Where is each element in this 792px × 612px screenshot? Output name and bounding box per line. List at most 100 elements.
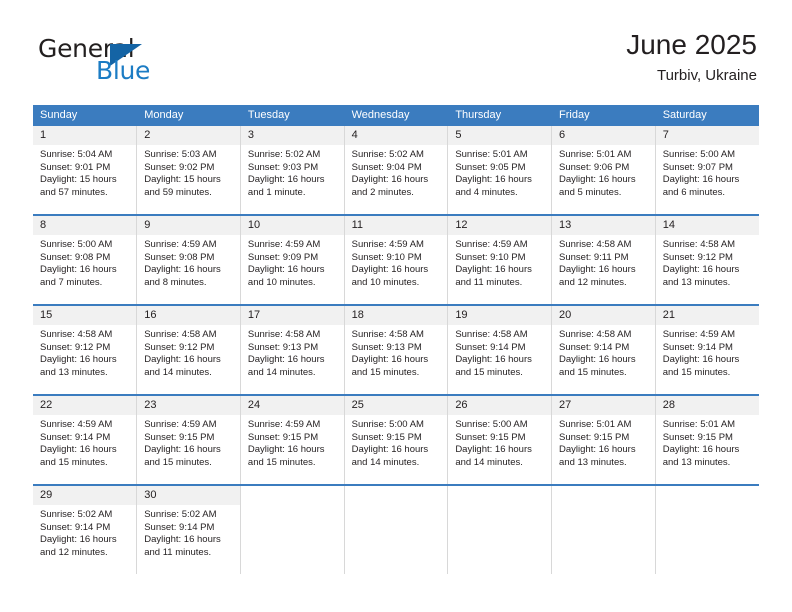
calendar-body: 1 Sunrise: 5:04 AM Sunset: 9:01 PM Dayli… [33, 126, 759, 574]
day-number: 8 [33, 216, 137, 235]
day-number: 4 [344, 126, 448, 145]
sunrise-text: Sunrise: 4:59 AM [662, 329, 736, 340]
day-cell[interactable]: 16 Sunrise: 4:58 AM Sunset: 9:12 PM Dayl… [136, 304, 241, 395]
day-number: 1 [33, 126, 137, 145]
day-cell[interactable]: 28 Sunrise: 5:01 AM Sunset: 9:15 PM Dayl… [655, 394, 759, 485]
day-cell[interactable]: 19 Sunrise: 4:58 AM Sunset: 9:14 PM Dayl… [447, 304, 553, 395]
day-info: Sunrise: 5:00 AM Sunset: 9:15 PM Dayligh… [345, 415, 448, 469]
sunset-text: Sunset: 9:02 PM [144, 161, 215, 173]
day-cell[interactable]: 14 Sunrise: 4:58 AM Sunset: 9:12 PM Dayl… [655, 214, 759, 305]
day-cell[interactable]: 24 Sunrise: 4:59 AM Sunset: 9:15 PM Dayl… [240, 394, 345, 485]
daylight-text-line1: Daylight: 16 hours [455, 444, 532, 456]
daylight-text-line1: Daylight: 16 hours [40, 534, 117, 546]
sunrise-text: Sunrise: 4:58 AM [144, 329, 217, 340]
sunset-text: Sunset: 9:14 PM [40, 521, 111, 533]
sunrise-text: Sunrise: 5:01 AM [455, 149, 528, 160]
day-cell[interactable]: 10 Sunrise: 4:59 AM Sunset: 9:09 PM Dayl… [240, 214, 345, 305]
sunrise-text: Sunrise: 5:04 AM [40, 149, 113, 160]
day-cell[interactable]: 2 Sunrise: 5:03 AM Sunset: 9:02 PM Dayli… [136, 126, 241, 215]
daylight-text-line1: Daylight: 16 hours [662, 264, 740, 276]
daylight-text-line2: and 15 minutes. [40, 456, 108, 468]
day-cell[interactable]: 11 Sunrise: 4:59 AM Sunset: 9:10 PM Dayl… [344, 214, 449, 305]
day-number: 2 [137, 126, 240, 145]
sunset-text: Sunset: 9:10 PM [351, 251, 422, 263]
sunrise-text: Sunrise: 4:59 AM [351, 239, 424, 250]
day-number: 30 [137, 486, 240, 505]
sunrise-text: Sunrise: 4:59 AM [247, 239, 321, 250]
day-number: 12 [448, 216, 552, 235]
daylight-text-line1: Daylight: 15 hours [40, 174, 117, 186]
day-cell[interactable]: 4 Sunrise: 5:02 AM Sunset: 9:04 PM Dayli… [344, 126, 449, 215]
sunset-text: Sunset: 9:15 PM [559, 431, 630, 443]
sunrise-text: Sunrise: 4:59 AM [247, 419, 321, 430]
sunrise-text: Sunrise: 5:01 AM [559, 149, 632, 160]
sunrise-text: Sunrise: 5:01 AM [559, 419, 632, 430]
sunset-text: Sunset: 9:10 PM [455, 251, 526, 263]
day-number: 16 [137, 306, 240, 325]
sunset-text: Sunset: 9:15 PM [144, 431, 215, 443]
daylight-text-line2: and 12 minutes. [40, 546, 108, 558]
day-info: Sunrise: 4:59 AM Sunset: 9:14 PM Dayligh… [33, 415, 136, 469]
sunrise-text: Sunrise: 5:02 AM [144, 509, 217, 520]
day-cell[interactable]: 6 Sunrise: 5:01 AM Sunset: 9:06 PM Dayli… [551, 126, 656, 215]
calendar-week-row: 15 Sunrise: 4:58 AM Sunset: 9:12 PM Dayl… [33, 304, 759, 395]
day-cell[interactable]: 13 Sunrise: 4:58 AM Sunset: 9:11 PM Dayl… [551, 214, 656, 305]
sunset-text: Sunset: 9:09 PM [247, 251, 319, 263]
calendar-head: Sunday Monday Tuesday Wednesday Thursday… [33, 105, 759, 126]
calendar-container: Sunday Monday Tuesday Wednesday Thursday… [33, 105, 759, 574]
day-info: Sunrise: 5:01 AM Sunset: 9:05 PM Dayligh… [448, 145, 551, 199]
sunset-text: Sunset: 9:04 PM [351, 161, 422, 173]
sunrise-text: Sunrise: 4:59 AM [40, 419, 113, 430]
day-number: 3 [240, 126, 344, 145]
day-cell-empty [447, 484, 553, 574]
daylight-text-line2: and 2 minutes. [351, 186, 414, 198]
day-cell[interactable]: 26 Sunrise: 5:00 AM Sunset: 9:15 PM Dayl… [447, 394, 553, 485]
daylight-text-line2: and 6 minutes. [662, 186, 726, 198]
day-cell[interactable]: 5 Sunrise: 5:01 AM Sunset: 9:05 PM Dayli… [447, 126, 553, 215]
weekday-header-saturday: Saturday [655, 105, 759, 126]
day-cell[interactable]: 23 Sunrise: 4:59 AM Sunset: 9:15 PM Dayl… [136, 394, 241, 485]
day-number: 18 [344, 306, 448, 325]
day-number: 27 [552, 396, 655, 415]
day-cell[interactable]: 25 Sunrise: 5:00 AM Sunset: 9:15 PM Dayl… [344, 394, 449, 485]
day-cell[interactable]: 15 Sunrise: 4:58 AM Sunset: 9:12 PM Dayl… [33, 304, 138, 395]
sunrise-text: Sunrise: 4:58 AM [559, 239, 632, 250]
day-cell[interactable]: 1 Sunrise: 5:04 AM Sunset: 9:01 PM Dayli… [33, 126, 138, 215]
day-cell[interactable]: 29 Sunrise: 5:02 AM Sunset: 9:14 PM Dayl… [33, 484, 138, 574]
weekday-header-tuesday: Tuesday [240, 105, 345, 126]
day-info: Sunrise: 5:03 AM Sunset: 9:02 PM Dayligh… [137, 145, 240, 199]
daylight-text-line1: Daylight: 16 hours [40, 264, 117, 276]
day-number: 15 [33, 306, 137, 325]
daylight-text-line1: Daylight: 16 hours [144, 534, 221, 546]
daylight-text-line2: and 15 minutes. [144, 456, 212, 468]
daylight-text-line1: Daylight: 16 hours [662, 354, 740, 366]
day-cell[interactable]: 18 Sunrise: 4:58 AM Sunset: 9:13 PM Dayl… [344, 304, 449, 395]
daylight-text-line2: and 8 minutes. [144, 276, 207, 288]
day-cell[interactable]: 21 Sunrise: 4:59 AM Sunset: 9:14 PM Dayl… [655, 304, 759, 395]
sunrise-text: Sunrise: 4:58 AM [247, 329, 321, 340]
day-number: 25 [344, 396, 448, 415]
brand-logo[interactable]: General Blue [38, 34, 268, 94]
day-cell[interactable]: 30 Sunrise: 5:02 AM Sunset: 9:14 PM Dayl… [136, 484, 241, 574]
daylight-text-line2: and 11 minutes. [144, 546, 212, 558]
brand-name-blue: Blue [96, 56, 151, 85]
sunset-text: Sunset: 9:01 PM [40, 161, 111, 173]
sunset-text: Sunset: 9:13 PM [247, 341, 319, 353]
day-cell[interactable]: 27 Sunrise: 5:01 AM Sunset: 9:15 PM Dayl… [551, 394, 656, 485]
day-cell[interactable]: 20 Sunrise: 4:58 AM Sunset: 9:14 PM Dayl… [551, 304, 656, 395]
day-cell[interactable]: 8 Sunrise: 5:00 AM Sunset: 9:08 PM Dayli… [33, 214, 138, 305]
day-cell[interactable]: 17 Sunrise: 4:58 AM Sunset: 9:13 PM Dayl… [240, 304, 345, 395]
day-cell[interactable]: 12 Sunrise: 4:59 AM Sunset: 9:10 PM Dayl… [447, 214, 553, 305]
day-cell[interactable]: 3 Sunrise: 5:02 AM Sunset: 9:03 PM Dayli… [240, 126, 345, 215]
daylight-text-line2: and 10 minutes. [351, 276, 420, 288]
day-info: Sunrise: 4:58 AM Sunset: 9:12 PM Dayligh… [656, 235, 759, 289]
day-cell[interactable]: 9 Sunrise: 4:59 AM Sunset: 9:08 PM Dayli… [136, 214, 241, 305]
day-number: 5 [448, 126, 552, 145]
weekday-header-thursday: Thursday [447, 105, 553, 126]
daylight-text-line2: and 12 minutes. [559, 276, 627, 288]
daylight-text-line2: and 1 minute. [247, 186, 306, 198]
day-info: Sunrise: 4:58 AM Sunset: 9:13 PM Dayligh… [241, 325, 344, 379]
day-cell[interactable]: 7 Sunrise: 5:00 AM Sunset: 9:07 PM Dayli… [655, 126, 759, 215]
day-cell[interactable]: 22 Sunrise: 4:59 AM Sunset: 9:14 PM Dayl… [33, 394, 138, 485]
day-cell-empty [655, 484, 759, 574]
